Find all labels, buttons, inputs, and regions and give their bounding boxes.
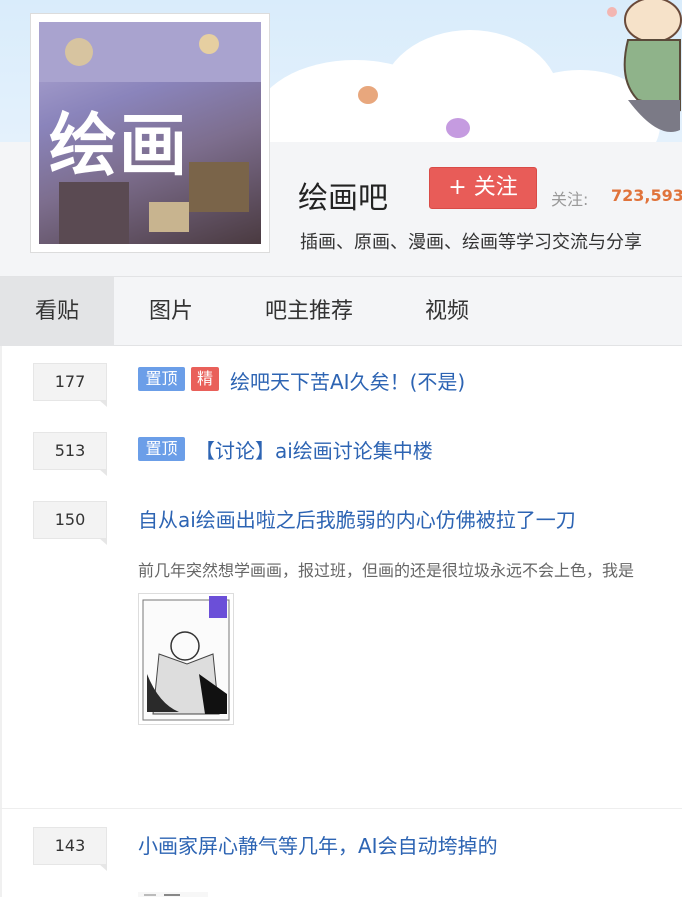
- sketch-illustration: [142, 596, 230, 721]
- reply-count: 513: [33, 432, 107, 476]
- tab-posts[interactable]: 看贴: [0, 277, 114, 346]
- reply-count: 150: [33, 501, 107, 545]
- thread-divider: [0, 808, 682, 809]
- banner-character-illustration: [607, 0, 682, 132]
- thread-title[interactable]: 绘吧天下苦AI久矣！(不是): [230, 366, 465, 395]
- avatar-logo-text: 绘画: [49, 106, 190, 186]
- tab-videos[interactable]: 视频: [404, 277, 490, 346]
- reply-count: 177: [33, 363, 107, 407]
- pinned-badge: 置顶: [138, 367, 185, 391]
- forum-tab-bar: 看贴 图片 吧主推荐 视频: [0, 276, 682, 346]
- thread-thumbnail[interactable]: [138, 884, 208, 897]
- follow-count-label: 关注:: [551, 190, 589, 209]
- thread-title[interactable]: 小画家屏心静气等几年，AI会自动垮掉的: [138, 830, 498, 859]
- forum-description: 插画、原画、漫画、绘画等学习交流与分享: [300, 232, 642, 253]
- thread-list: [0, 346, 682, 897]
- follow-button[interactable]: + 关注: [429, 167, 537, 209]
- banner-decoration: [358, 86, 378, 104]
- follow-count: 723,593: [611, 186, 682, 205]
- thread-title[interactable]: 自从ai绘画出啦之后我脆弱的内心仿佛被拉了一刀: [138, 504, 576, 533]
- pinned-badge: 置顶: [138, 437, 185, 461]
- featured-badge: 精: [191, 367, 219, 391]
- reply-count: 143: [33, 827, 107, 871]
- banner-decoration: [446, 118, 470, 138]
- thread-excerpt: 前几年突然想学画画，报过班，但画的还是很垃圾永远不会上色，我是: [138, 561, 635, 580]
- thread-title[interactable]: 【讨论】ai绘画讨论集中楼: [195, 435, 433, 464]
- thumbnail-preview: [138, 892, 208, 897]
- thread-thumbnail[interactable]: [138, 593, 234, 725]
- forum-title: 绘画吧: [298, 181, 388, 216]
- tab-images[interactable]: 图片: [128, 277, 214, 346]
- forum-avatar[interactable]: 绘画: [30, 13, 270, 253]
- forum-avatar-image: 绘画: [39, 22, 261, 244]
- tab-recommended[interactable]: 吧主推荐: [244, 277, 374, 346]
